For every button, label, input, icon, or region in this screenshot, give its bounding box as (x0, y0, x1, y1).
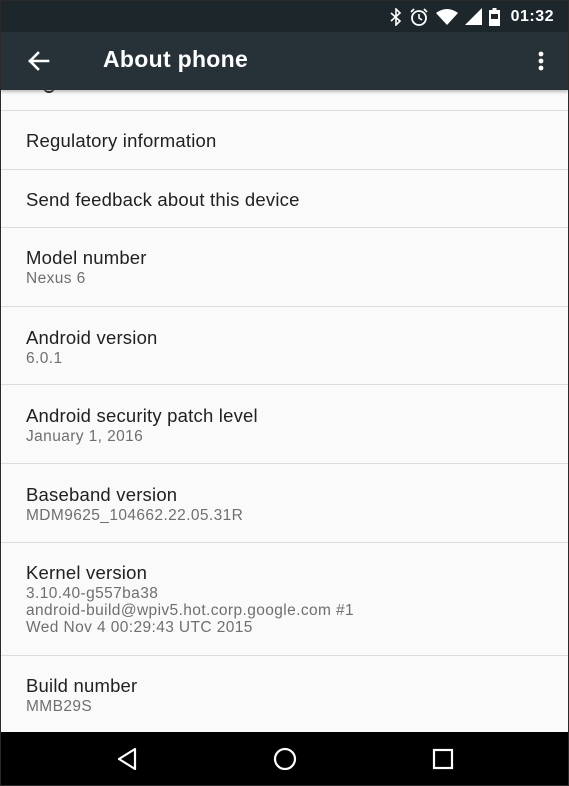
list-item-android-version[interactable]: Android version 6.0.1 (1, 307, 568, 385)
list-item-title: Baseband version (26, 484, 178, 505)
wifi-icon (435, 8, 458, 25)
status-bar: 01:32 (1, 1, 568, 32)
more-options-button[interactable] (534, 47, 548, 75)
list-item-security-patch-level[interactable]: Android security patch level January 1, … (1, 385, 568, 464)
list-item-title: Android security patch level (26, 405, 258, 426)
list-item-baseband-version[interactable]: Baseband version MDM9625_104662.22.05.31… (1, 464, 568, 543)
recents-square-icon (432, 748, 454, 770)
list-item-build-number[interactable]: Build number MMB29S (1, 656, 568, 732)
list-item-send-feedback[interactable]: Send feedback about this device (1, 170, 568, 228)
list-item-subtitle: 3.10.40-g557ba38 (26, 585, 159, 602)
settings-list[interactable]: Regulatory information Send feedback abo… (1, 90, 568, 732)
list-item-subtitle: Nexus 6 (26, 270, 86, 287)
nav-home-button[interactable] (270, 744, 300, 774)
list-item-subtitle: android-build@wpiv5.hot.corp.google.com … (26, 602, 355, 619)
phone-screen: 01:32 About phone Regulatory information (0, 0, 569, 786)
bluetooth-icon (390, 7, 402, 26)
alarm-icon (409, 7, 429, 27)
list-item-title: Kernel version (26, 562, 148, 583)
back-triangle-icon (117, 747, 137, 771)
list-item-model-number[interactable]: Model number Nexus 6 (1, 228, 568, 307)
status-time: 01:32 (510, 7, 554, 25)
cellular-signal-icon (464, 8, 482, 25)
nav-recents-button[interactable] (428, 744, 458, 774)
back-button[interactable] (25, 47, 53, 75)
list-item-subtitle: MMB29S (26, 698, 93, 715)
list-item-subtitle: MDM9625_104662.22.05.31R (26, 507, 244, 524)
navigation-bar (1, 732, 568, 785)
page-title: About phone (103, 46, 249, 72)
more-vert-icon (538, 51, 544, 71)
status-icons: 01:32 (390, 1, 554, 32)
list-item-subtitle: 6.0.1 (26, 350, 63, 367)
home-circle-icon (273, 747, 297, 771)
list-item-subtitle: January 1, 2016 (26, 428, 144, 445)
list-item-title: Send feedback about this device (26, 189, 300, 210)
list-item-title: Build number (26, 675, 138, 696)
list-item-kernel-version[interactable]: Kernel version 3.10.40-g557ba38 android-… (1, 543, 568, 656)
list-item-title: Model number (26, 247, 147, 268)
list-item-title: Regulatory information (26, 130, 217, 151)
list-item-regulatory-information[interactable]: Regulatory information (1, 111, 568, 170)
list-item-title: Android version (26, 327, 158, 348)
list-item-partial[interactable] (1, 90, 568, 111)
battery-icon (488, 7, 500, 26)
app-bar: About phone (1, 32, 568, 90)
arrow-back-icon (28, 51, 50, 71)
list-item-subtitle: Wed Nov 4 00:29:43 UTC 2015 (26, 619, 253, 636)
nav-back-button[interactable] (113, 744, 143, 774)
